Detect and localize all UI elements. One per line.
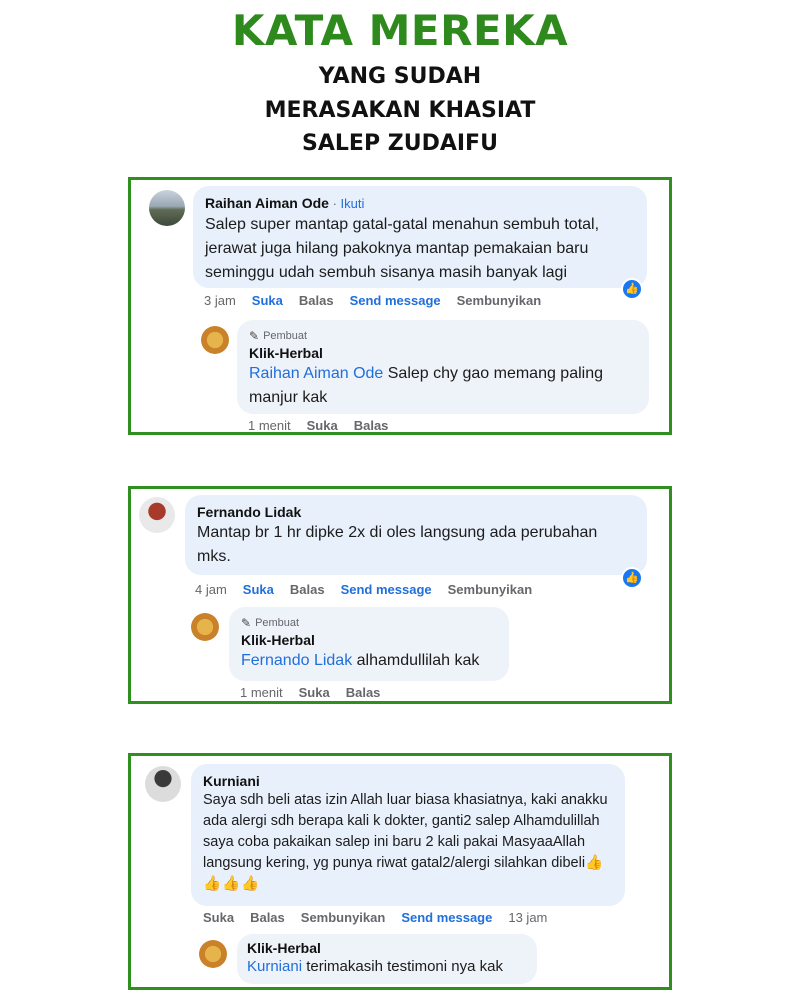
comment-author[interactable]: Fernando Lidak bbox=[197, 503, 635, 521]
mention-link[interactable]: Fernando Lidak bbox=[241, 652, 352, 669]
page-avatar[interactable] bbox=[191, 613, 219, 641]
reply-actions: 1 menit Suka Balas bbox=[248, 418, 388, 433]
reply-button[interactable]: Balas bbox=[290, 582, 325, 597]
headline-line-2: MERASAKAN KHASIAT bbox=[264, 98, 536, 123]
reply-bubble: ✎ Pembuat Klik-Herbal Raihan Aiman Ode Sa… bbox=[237, 320, 649, 414]
like-icon[interactable]: 👍 bbox=[621, 278, 643, 300]
author-tag-label: Pembuat bbox=[263, 330, 308, 342]
reply-like-button[interactable]: Suka bbox=[307, 418, 338, 433]
reply-author[interactable]: Klik-Herbal bbox=[247, 939, 527, 957]
send-message-button[interactable]: Send message bbox=[341, 582, 432, 597]
reply-button[interactable]: Balas bbox=[250, 910, 285, 925]
avatar[interactable] bbox=[149, 190, 185, 226]
hide-button[interactable]: Sembunyikan bbox=[448, 582, 533, 597]
reply-author[interactable]: Klik-Herbal bbox=[241, 631, 497, 649]
author-tag-label: Pembuat bbox=[255, 617, 300, 629]
comment-text: Salep super mantap gatal-gatal menahun s… bbox=[205, 216, 600, 281]
testimonial-card-2: Fernando Lidak Mantap br 1 hr dipke 2x d… bbox=[128, 486, 672, 704]
reply-like-button[interactable]: Suka bbox=[299, 685, 330, 700]
comment-text: Saya sdh beli atas izin Allah luar biasa… bbox=[203, 790, 613, 895]
like-button[interactable]: Suka bbox=[243, 582, 274, 597]
pencil-icon: ✎ bbox=[249, 329, 260, 343]
reply-body: terimakasih testimoni nya kak bbox=[302, 958, 503, 975]
like-button[interactable]: Suka bbox=[203, 910, 234, 925]
testimonial-card-3: Kurniani Saya sdh beli atas izin Allah l… bbox=[128, 753, 672, 990]
avatar[interactable] bbox=[139, 497, 175, 533]
reply-button[interactable]: Balas bbox=[299, 293, 334, 308]
comment-text: Mantap br 1 hr dipke 2x di oles langsung… bbox=[197, 524, 598, 565]
mention-link[interactable]: Kurniani bbox=[247, 958, 302, 975]
mention-link[interactable]: Raihan Aiman Ode bbox=[249, 365, 383, 382]
headline-line-1: YANG SUDAH bbox=[318, 64, 482, 89]
separator: · bbox=[328, 196, 341, 211]
comment-bubble: Fernando Lidak Mantap br 1 hr dipke 2x d… bbox=[185, 495, 647, 575]
comment-actions: 4 jam Suka Balas Send message Sembunyika… bbox=[195, 582, 532, 597]
reply-text: Raihan Aiman Ode Salep chy gao memang pa… bbox=[249, 362, 637, 410]
author-tag: ✎ Pembuat bbox=[249, 328, 637, 344]
page-avatar[interactable] bbox=[201, 326, 229, 354]
comment-actions: Suka Balas Sembunyikan Send message 13 j… bbox=[203, 910, 547, 925]
reply-reply-button[interactable]: Balas bbox=[354, 418, 389, 433]
comment-author-line: Raihan Aiman Ode · Ikuti bbox=[205, 194, 635, 213]
comment-time[interactable]: 4 jam bbox=[195, 582, 227, 597]
reply-time[interactable]: 1 menit bbox=[248, 418, 291, 433]
reply-reply-button[interactable]: Balas bbox=[346, 685, 381, 700]
follow-link[interactable]: Ikuti bbox=[341, 196, 365, 211]
comment-time[interactable]: 13 jam bbox=[508, 910, 547, 925]
reply-actions: 1 menit Suka Balas bbox=[240, 685, 380, 700]
page-avatar[interactable] bbox=[199, 940, 227, 968]
headline-title: KATA MEREKA bbox=[231, 6, 569, 55]
reply-bubble: ✎ Pembuat Klik-Herbal Fernando Lidak alha… bbox=[229, 607, 509, 681]
send-message-button[interactable]: Send message bbox=[350, 293, 441, 308]
send-message-button[interactable]: Send message bbox=[401, 910, 492, 925]
comment-body: Saya sdh beli atas izin Allah luar biasa… bbox=[203, 792, 608, 871]
reply-author[interactable]: Klik-Herbal bbox=[249, 344, 637, 362]
like-icon[interactable]: 👍 bbox=[621, 567, 643, 589]
comment-time[interactable]: 3 jam bbox=[204, 293, 236, 308]
headline-line-3: SALEP ZUDAIFU bbox=[302, 131, 498, 156]
author-tag: ✎ Pembuat bbox=[241, 615, 497, 631]
reply-text: Kurniani terimakasih testimoni nya kak bbox=[247, 957, 527, 977]
testimonial-card-1: Raihan Aiman Ode · Ikuti Salep super man… bbox=[128, 177, 672, 435]
comment-bubble: Raihan Aiman Ode · Ikuti Salep super man… bbox=[193, 186, 647, 288]
avatar[interactable] bbox=[145, 766, 181, 802]
comment-author[interactable]: Kurniani bbox=[203, 772, 613, 790]
hide-button[interactable]: Sembunyikan bbox=[457, 293, 542, 308]
comment-actions: 3 jam Suka Balas Send message Sembunyika… bbox=[204, 293, 541, 308]
comment-author[interactable]: Raihan Aiman Ode bbox=[205, 195, 329, 211]
like-button[interactable]: Suka bbox=[252, 293, 283, 308]
pencil-icon: ✎ bbox=[241, 616, 252, 630]
reply-text: Fernando Lidak alhamdullilah kak bbox=[241, 649, 497, 673]
hide-button[interactable]: Sembunyikan bbox=[301, 910, 386, 925]
comment-bubble: Kurniani Saya sdh beli atas izin Allah l… bbox=[191, 764, 625, 906]
reply-body: alhamdullilah kak bbox=[352, 652, 480, 669]
reply-time[interactable]: 1 menit bbox=[240, 685, 283, 700]
reply-bubble: Klik-Herbal Kurniani terimakasih testimo… bbox=[237, 934, 537, 984]
